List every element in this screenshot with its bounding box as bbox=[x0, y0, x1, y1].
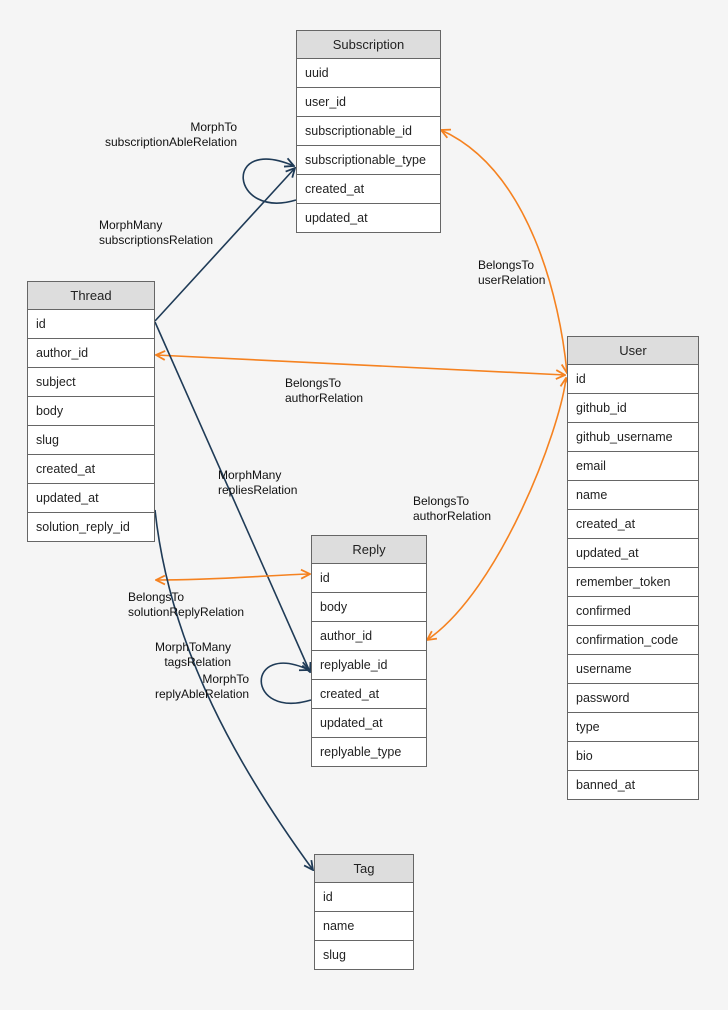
field: replyable_type bbox=[312, 738, 426, 766]
rel-line1: BelongsTo bbox=[413, 494, 491, 509]
entity-user: User id github_id github_username email … bbox=[567, 336, 699, 800]
label-belongsto-author-reply: BelongsTo authorRelation bbox=[413, 494, 491, 524]
field: name bbox=[315, 912, 413, 941]
field: confirmation_code bbox=[568, 626, 698, 655]
field: author_id bbox=[28, 339, 154, 368]
entity-thread: Thread id author_id subject body slug cr… bbox=[27, 281, 155, 542]
entity-title: Reply bbox=[312, 536, 426, 564]
field: subject bbox=[28, 368, 154, 397]
entity-title: Subscription bbox=[297, 31, 440, 59]
field: id bbox=[312, 564, 426, 593]
field: email bbox=[568, 452, 698, 481]
entity-subscription: Subscription uuid user_id subscriptionab… bbox=[296, 30, 441, 233]
field: github_id bbox=[568, 394, 698, 423]
rel-line1: MorphMany bbox=[99, 218, 213, 233]
field: bio bbox=[568, 742, 698, 771]
field: updated_at bbox=[28, 484, 154, 513]
field: confirmed bbox=[568, 597, 698, 626]
field: user_id bbox=[297, 88, 440, 117]
field: name bbox=[568, 481, 698, 510]
field: password bbox=[568, 684, 698, 713]
entity-title: Thread bbox=[28, 282, 154, 310]
field: author_id bbox=[312, 622, 426, 651]
field: solution_reply_id bbox=[28, 513, 154, 541]
field: created_at bbox=[297, 175, 440, 204]
field: slug bbox=[315, 941, 413, 969]
field: created_at bbox=[28, 455, 154, 484]
field: created_at bbox=[312, 680, 426, 709]
field: updated_at bbox=[297, 204, 440, 232]
label-morphto-replyable: MorphTo replyAbleRelation bbox=[155, 672, 249, 702]
entity-tag: Tag id name slug bbox=[314, 854, 414, 970]
field: subscriptionable_type bbox=[297, 146, 440, 175]
rel-line2: authorRelation bbox=[413, 509, 491, 524]
label-morphto-subscriptionable: MorphTo subscriptionAbleRelation bbox=[105, 120, 237, 150]
rel-line2: replyAbleRelation bbox=[155, 687, 249, 702]
field: updated_at bbox=[568, 539, 698, 568]
rel-line2: solutionReplyRelation bbox=[128, 605, 244, 620]
field: slug bbox=[28, 426, 154, 455]
entity-reply: Reply id body author_id replyable_id cre… bbox=[311, 535, 427, 767]
label-belongsto-author-thread: BelongsTo authorRelation bbox=[285, 376, 363, 406]
rel-line1: MorphToMany bbox=[155, 640, 231, 655]
field: body bbox=[312, 593, 426, 622]
rel-line2: repliesRelation bbox=[218, 483, 297, 498]
entity-title: User bbox=[568, 337, 698, 365]
rel-line1: BelongsTo bbox=[128, 590, 244, 605]
entity-title: Tag bbox=[315, 855, 413, 883]
field: updated_at bbox=[312, 709, 426, 738]
label-belongsto-solution: BelongsTo solutionReplyRelation bbox=[128, 590, 244, 620]
field: uuid bbox=[297, 59, 440, 88]
field: body bbox=[28, 397, 154, 426]
label-morphtomany-tags: MorphToMany tagsRelation bbox=[155, 640, 231, 670]
field: banned_at bbox=[568, 771, 698, 799]
field: subscriptionable_id bbox=[297, 117, 440, 146]
rel-line2: subscriptionsRelation bbox=[99, 233, 213, 248]
rel-line1: BelongsTo bbox=[478, 258, 545, 273]
field: type bbox=[568, 713, 698, 742]
rel-line1: MorphTo bbox=[155, 672, 249, 687]
label-belongsto-user: BelongsTo userRelation bbox=[478, 258, 545, 288]
rel-line2: authorRelation bbox=[285, 391, 363, 406]
field: username bbox=[568, 655, 698, 684]
label-morphmany-replies: MorphMany repliesRelation bbox=[218, 468, 297, 498]
field: remember_token bbox=[568, 568, 698, 597]
rel-line1: MorphTo bbox=[105, 120, 237, 135]
field: created_at bbox=[568, 510, 698, 539]
field: id bbox=[568, 365, 698, 394]
field: id bbox=[315, 883, 413, 912]
rel-line1: MorphMany bbox=[218, 468, 297, 483]
field: id bbox=[28, 310, 154, 339]
label-morphmany-subscriptions: MorphMany subscriptionsRelation bbox=[99, 218, 213, 248]
rel-line2: subscriptionAbleRelation bbox=[105, 135, 237, 150]
field: replyable_id bbox=[312, 651, 426, 680]
rel-line1: BelongsTo bbox=[285, 376, 363, 391]
rel-line2: tagsRelation bbox=[155, 655, 231, 670]
field: github_username bbox=[568, 423, 698, 452]
rel-line2: userRelation bbox=[478, 273, 545, 288]
